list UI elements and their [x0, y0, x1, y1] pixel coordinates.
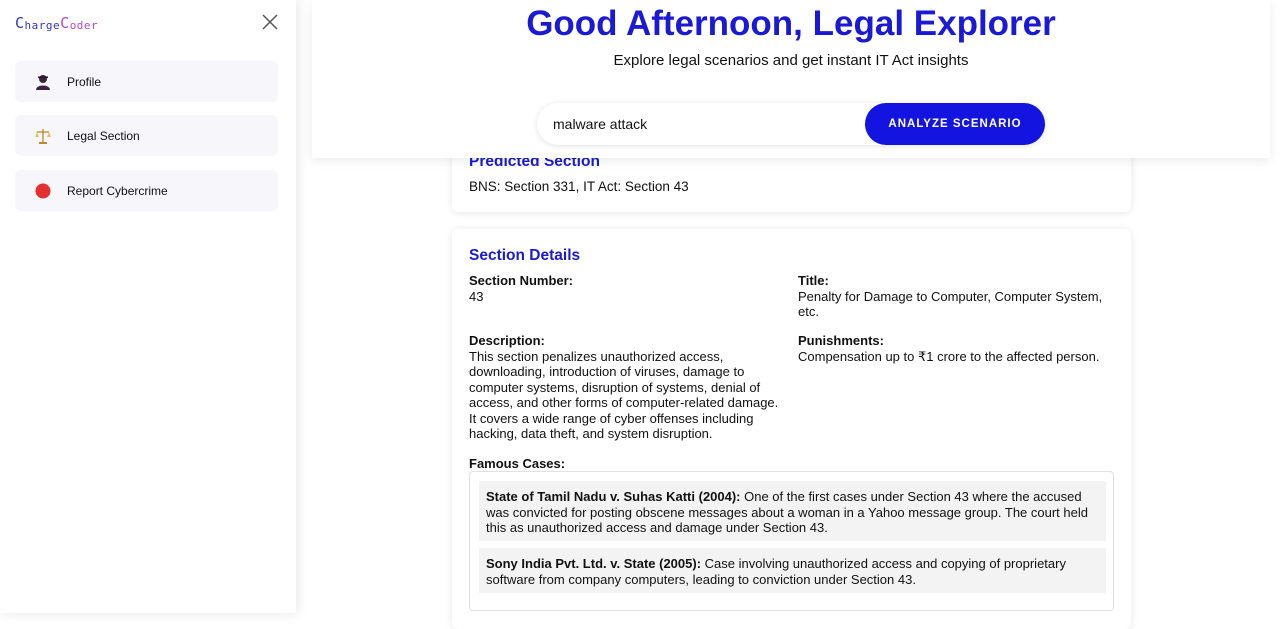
description-label: Description: [469, 333, 545, 348]
sidebar-item-report-cybercrime[interactable]: Report Cybercrime [15, 170, 278, 211]
case-title: State of Tamil Nadu v. Suhas Katti (2004… [486, 489, 741, 504]
header-panel: Good Afternoon, Legal Explorer Explore l… [312, 0, 1270, 158]
section-number-value: 43 [469, 288, 484, 304]
logo-text: harge [24, 19, 61, 32]
sidebar-item-legal-section[interactable]: Legal Section [15, 115, 278, 156]
famous-cases-label: Famous Cases: [469, 456, 566, 471]
scenario-search-bar: ANALYZE SCENARIO [537, 103, 1045, 145]
sidebar-item-label: Report Cybercrime [67, 183, 168, 198]
close-icon [262, 14, 278, 30]
punishments-field: Punishments: Compensation up to ₹1 crore… [798, 333, 1123, 364]
app-logo[interactable]: Charge Coder [15, 14, 98, 32]
sidebar-item-label: Profile [67, 74, 102, 89]
analyze-scenario-button[interactable]: ANALYZE SCENARIO [865, 103, 1045, 145]
section-details-card: Section Details Section Number: 43 Title… [452, 229, 1131, 629]
list-item: Sony India Pvt. Ltd. v. State (2005): Ca… [479, 548, 1106, 593]
page-title: Good Afternoon, Legal Explorer [526, 4, 1056, 43]
close-sidebar-button[interactable] [260, 12, 280, 32]
red-dot-icon [33, 181, 53, 201]
logo-text: oder [69, 19, 99, 32]
section-details-title: Section Details [469, 247, 581, 264]
logo-letter: C [60, 14, 70, 32]
section-number-field: Section Number: 43 [469, 273, 779, 304]
sidebar-item-label: Legal Section [67, 128, 140, 143]
description-value: This section penalizes unauthorized acce… [469, 348, 779, 442]
case-title: Sony India Pvt. Ltd. v. State (2005): [486, 556, 702, 571]
section-title-value: Penalty for Damage to Computer, Computer… [798, 288, 1103, 320]
section-title-label: Title: [798, 273, 829, 288]
sidebar-item-profile[interactable]: Profile [15, 61, 278, 102]
scenario-input[interactable] [553, 103, 863, 145]
section-title-field: Title: Penalty for Damage to Computer, C… [798, 273, 1118, 320]
predicted-section-value: BNS: Section 331, IT Act: Section 43 [469, 179, 689, 194]
famous-cases-list: State of Tamil Nadu v. Suhas Katti (2004… [469, 471, 1114, 611]
description-field: Description: This section penalizes unau… [469, 333, 785, 442]
sidebar: Charge Coder Profile Legal Section Repor… [0, 0, 296, 613]
page-subtitle: Explore legal scenarios and get instant … [613, 52, 969, 69]
logo-letter: C [15, 14, 25, 32]
scales-icon [33, 126, 53, 146]
section-number-label: Section Number: [469, 273, 574, 288]
punishments-value: Compensation up to ₹1 crore to the affec… [798, 348, 1100, 364]
punishments-label: Punishments: [798, 333, 884, 348]
user-icon [33, 72, 53, 92]
list-item: State of Tamil Nadu v. Suhas Katti (2004… [479, 481, 1106, 541]
